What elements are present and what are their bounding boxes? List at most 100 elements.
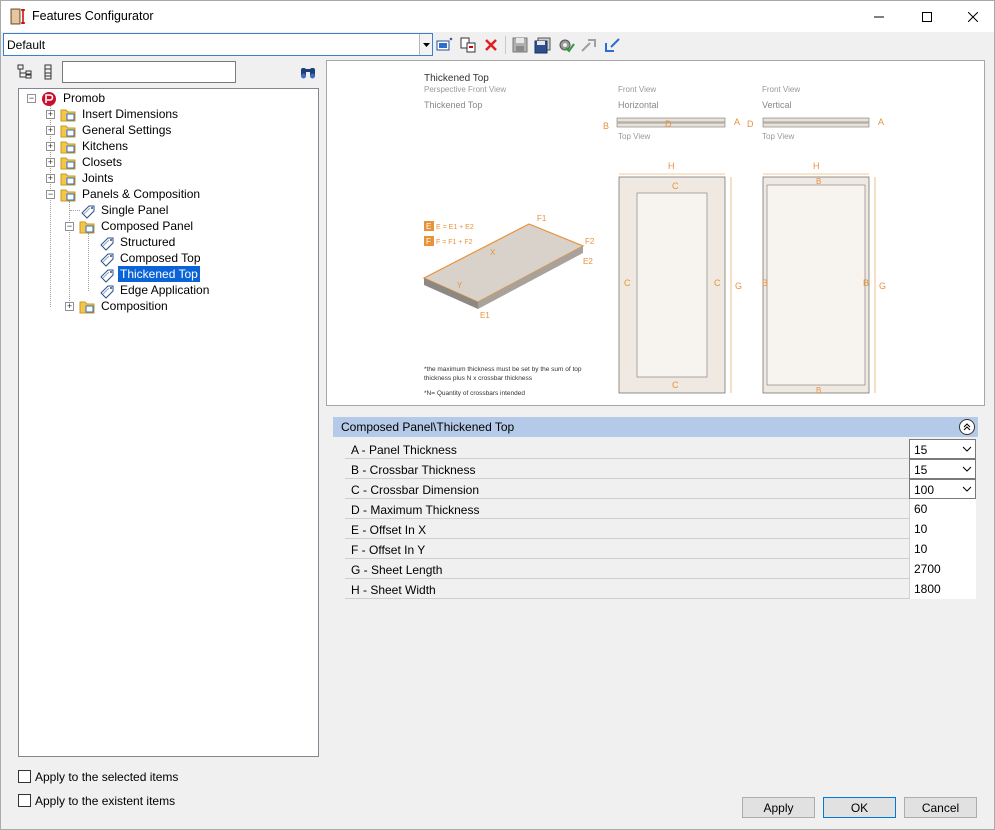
property-label: A - Panel Thickness: [351, 443, 457, 457]
profile-dropdown-button[interactable]: [419, 34, 432, 55]
binoculars-icon[interactable]: [299, 64, 317, 80]
export-button[interactable]: [579, 35, 599, 55]
tree-expander[interactable]: +: [46, 174, 55, 183]
dim-label-e1: E1: [480, 311, 490, 320]
maximum-thickness-input[interactable]: 60: [909, 499, 976, 519]
new-profile-button[interactable]: [435, 35, 455, 55]
tree-item-insert-dimensions[interactable]: Insert Dimensions: [80, 106, 180, 122]
tree-expander[interactable]: +: [65, 302, 74, 311]
property-value: 60: [914, 502, 928, 516]
tree-expander[interactable]: −: [46, 190, 55, 199]
tree-item-edge-application[interactable]: Edge Application: [118, 282, 211, 298]
formula-e-text: E = E1 + E2: [436, 224, 474, 231]
properties-header: Composed Panel\Thickened Top: [333, 417, 978, 437]
tree-expander[interactable]: +: [46, 126, 55, 135]
tree-item-thickened-top[interactable]: Thickened Top: [118, 266, 200, 282]
tree-expander[interactable]: −: [65, 222, 74, 231]
tree-item-composed-top[interactable]: Composed Top: [118, 250, 203, 266]
delete-profile-button[interactable]: [481, 35, 501, 55]
tree-item-promob[interactable]: Promob: [61, 90, 107, 106]
apply-button[interactable]: Apply: [742, 797, 815, 818]
maximize-icon: [922, 11, 932, 22]
property-label: C - Crossbar Dimension: [351, 483, 480, 497]
toolbar-separator: [505, 36, 506, 54]
tree-item-kitchens[interactable]: Kitchens: [80, 138, 130, 154]
tree-search-input[interactable]: [62, 61, 236, 83]
top-view-label-2: Top View: [762, 132, 795, 141]
formula-f-text: F = F1 + F2: [436, 239, 473, 246]
top-view-label-1: Top View: [618, 132, 651, 141]
tree-item-composed-panel[interactable]: Composed Panel: [99, 218, 195, 234]
ok-button[interactable]: OK: [823, 797, 896, 818]
property-row-crossbar-thickness: B - Crossbar Thickness 15: [345, 459, 976, 479]
tree-connector: [69, 201, 70, 307]
dim-label-g-2: G: [879, 281, 886, 291]
dim-label-c-left: C: [624, 278, 631, 288]
maximize-button[interactable]: [904, 1, 950, 32]
import-button[interactable]: [602, 35, 622, 55]
features-tree[interactable]: − Promob + Insert Dimensions + General S…: [18, 88, 319, 757]
title-bar: Features Configurator: [1, 1, 994, 32]
tree-expander[interactable]: +: [46, 110, 55, 119]
copy-profile-button[interactable]: [458, 35, 478, 55]
dim-label-a: A: [734, 117, 740, 127]
save-button[interactable]: [510, 35, 530, 55]
property-row-maximum-thickness: D - Maximum Thickness 60: [345, 499, 976, 519]
tree-expander[interactable]: +: [46, 158, 55, 167]
apply-existent-checkbox[interactable]: [18, 794, 31, 807]
property-label: F - Offset In Y: [351, 543, 426, 557]
tag-icon: [81, 205, 95, 219]
close-button[interactable]: [950, 1, 995, 32]
tree-item-structured[interactable]: Structured: [118, 234, 177, 250]
tree-item-general-settings[interactable]: General Settings: [80, 122, 173, 138]
minimize-icon: [874, 16, 884, 17]
preview-panel: Thickened Top Perspective Front View Thi…: [326, 60, 985, 406]
sheet-width-input[interactable]: 1800: [909, 579, 976, 599]
chevron-down-icon: [962, 466, 972, 472]
tree-item-closets[interactable]: Closets: [80, 154, 124, 170]
front-bar-bottom-2: [762, 122, 870, 128]
offset-y-input[interactable]: 10: [909, 539, 976, 559]
property-label: E - Offset In X: [351, 523, 427, 537]
dim-label-f1: F1: [537, 214, 547, 223]
tag-icon: [100, 237, 114, 251]
tree-expander[interactable]: +: [46, 142, 55, 151]
tree-connector: [50, 105, 51, 307]
sheet-length-input[interactable]: 2700: [909, 559, 976, 579]
expand-tree-icon[interactable]: [17, 64, 33, 80]
cancel-button[interactable]: Cancel: [904, 797, 977, 818]
folder-icon: [60, 125, 76, 138]
tree-connector: [88, 233, 89, 291]
collapse-button[interactable]: [959, 419, 975, 435]
dim-label-a-2: A: [878, 117, 884, 127]
front-view-label-2: Front View: [762, 85, 800, 94]
validate-button[interactable]: [556, 35, 576, 55]
export-arrow-icon: [581, 39, 596, 52]
features-configurator-window: Features Configurator Default − Promob +…: [0, 0, 995, 830]
save-all-icon: [534, 37, 551, 53]
tree-item-single-panel[interactable]: Single Panel: [99, 202, 170, 218]
apply-selected-checkbox[interactable]: [18, 770, 31, 783]
minimize-button[interactable]: [856, 1, 902, 32]
tree-item-joints[interactable]: Joints: [80, 170, 115, 186]
new-profile-icon: [436, 37, 453, 51]
panel-thickness-select[interactable]: 15: [909, 439, 976, 459]
dim-label-b: B: [603, 121, 609, 131]
dim-label-c-bottom: C: [672, 380, 679, 390]
dim-label-x: X: [490, 248, 496, 257]
collapse-tree-icon[interactable]: [41, 64, 55, 80]
property-value: 15: [914, 463, 928, 477]
crossbar-dimension-select[interactable]: 100: [909, 479, 976, 499]
note-line-2: thickness plus N x crossbar thickness: [424, 375, 533, 382]
dim-label-b-bottom: B: [816, 386, 821, 395]
profile-select[interactable]: Default: [3, 33, 433, 56]
tree-expander[interactable]: −: [27, 94, 36, 103]
tree-item-composition[interactable]: Composition: [99, 298, 170, 314]
save-all-button[interactable]: [533, 35, 553, 55]
folder-icon: [79, 301, 95, 314]
property-value: 10: [914, 522, 928, 536]
crossbar-thickness-select[interactable]: 15: [909, 459, 976, 479]
dim-label-b-left: B: [762, 278, 768, 288]
tree-item-panels-composition[interactable]: Panels & Composition: [80, 186, 202, 202]
offset-x-input[interactable]: 10: [909, 519, 976, 539]
